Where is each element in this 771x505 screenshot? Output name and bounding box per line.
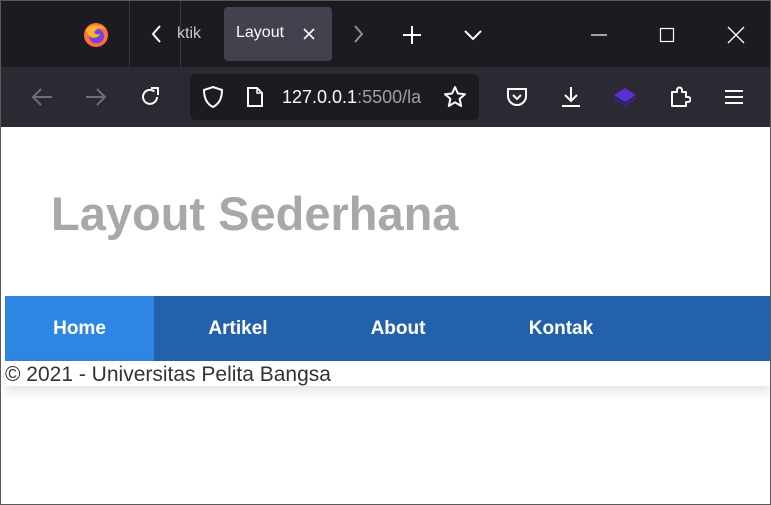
- download-icon[interactable]: [554, 80, 588, 114]
- shield-icon[interactable]: [201, 85, 225, 109]
- star-icon[interactable]: [443, 85, 467, 109]
- hamburger-menu-icon[interactable]: [717, 80, 751, 114]
- page-title: Layout Sederhana: [51, 187, 459, 240]
- nav-item-kontak[interactable]: Kontak: [474, 296, 648, 361]
- tab-separator: [129, 1, 130, 67]
- plus-icon[interactable]: [396, 19, 428, 51]
- layers-icon[interactable]: [608, 80, 642, 114]
- reload-icon[interactable]: [133, 80, 167, 114]
- tab-inactive[interactable]: ktik: [177, 20, 207, 48]
- tab-strip: ktik Layout S: [1, 1, 770, 67]
- footer-text: © 2021 - Universitas Pelita Bangsa: [5, 363, 331, 386]
- nav-item-artikel[interactable]: Artikel: [154, 296, 322, 361]
- tab-inactive-title: ktik: [177, 25, 201, 42]
- puzzle-icon[interactable]: [663, 80, 697, 114]
- maximize-icon[interactable]: [651, 19, 683, 51]
- browser-window: ktik Layout S: [0, 0, 771, 505]
- arrow-right-icon[interactable]: [79, 80, 113, 114]
- page-viewport: Layout Sederhana Home Artikel About Kont…: [5, 128, 770, 504]
- page-footer: © 2021 - Universitas Pelita Bangsa: [5, 361, 770, 386]
- minimize-icon[interactable]: [583, 19, 615, 51]
- nav-item-home[interactable]: Home: [5, 296, 154, 361]
- chevron-left-icon[interactable]: [142, 19, 172, 49]
- firefox-icon[interactable]: [81, 20, 111, 50]
- arrow-left-icon[interactable]: [25, 80, 59, 114]
- tab-active-title: Layout S: [236, 24, 290, 41]
- page-icon[interactable]: [243, 85, 267, 109]
- chevron-right-icon[interactable]: [343, 19, 373, 49]
- page-header: Layout Sederhana: [5, 128, 770, 296]
- main-nav: Home Artikel About Kontak: [5, 296, 770, 361]
- chevron-down-icon[interactable]: [457, 19, 489, 51]
- nav-toolbar: 127.0.0.1:5500/la: [1, 67, 770, 127]
- tab-close-icon[interactable]: [298, 23, 320, 45]
- nav-item-about[interactable]: About: [322, 296, 474, 361]
- url-text[interactable]: 127.0.0.1:5500/la: [282, 87, 434, 108]
- url-bar[interactable]: 127.0.0.1:5500/la: [190, 74, 479, 120]
- pocket-icon[interactable]: [500, 80, 534, 114]
- close-icon[interactable]: [720, 19, 752, 51]
- tab-active[interactable]: Layout S: [224, 7, 332, 61]
